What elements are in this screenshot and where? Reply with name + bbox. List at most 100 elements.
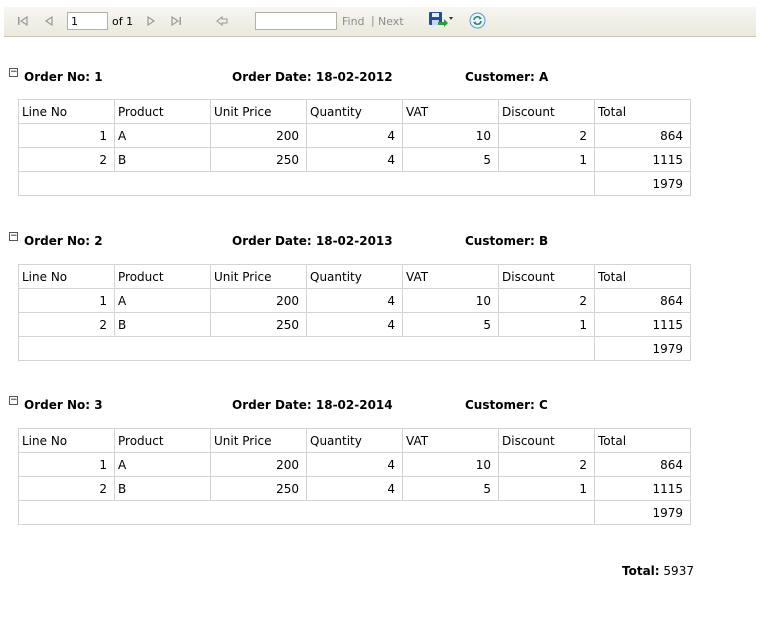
order-header: − Order No: 1 Order Date: 18-02-2012 Custom…	[9, 68, 689, 86]
page-number-input[interactable]	[67, 12, 108, 30]
table-cell: 864	[594, 288, 691, 313]
first-page-icon[interactable]	[16, 14, 30, 28]
find-next-link[interactable]: Next	[378, 15, 404, 28]
column-header: VAT	[402, 428, 499, 453]
customer-label: Customer:	[465, 70, 535, 84]
table-cell: 1115	[594, 312, 691, 337]
grand-total-label: Total:	[622, 564, 660, 578]
table-cell: 10	[402, 288, 499, 313]
table-cell: A	[114, 288, 211, 313]
order-lines-table: Line No Product Unit Price Quantity VAT Disco…	[18, 428, 691, 525]
order-header: − Order No: 2 Order Date: 18-02-2013 Custom…	[9, 232, 689, 250]
order-number-value: 3	[94, 398, 103, 412]
column-header: Total	[594, 428, 691, 453]
find-text-input[interactable]	[255, 12, 337, 30]
customer-value: A	[539, 70, 549, 84]
page-count-label: of 1	[112, 15, 134, 28]
table-cell: 5	[402, 147, 499, 172]
previous-page-icon[interactable]	[42, 14, 56, 28]
column-header: Quantity	[306, 99, 403, 124]
table-header-row: Line No Product Unit Price Quantity VAT Disco…	[18, 428, 691, 453]
back-to-parent-icon[interactable]	[215, 14, 229, 28]
table-cell: B	[114, 312, 211, 337]
order-date-value: 18-02-2012	[315, 70, 393, 84]
table-cell: 2	[498, 288, 595, 313]
table-cell: 1	[18, 452, 115, 477]
order-header: − Order No: 3 Order Date: 18-02-2014 Custom…	[9, 396, 689, 414]
grand-total-value: 5937	[663, 564, 694, 578]
table-cell: 5	[402, 312, 499, 337]
table-cell: 1	[498, 312, 595, 337]
column-header: Product	[114, 99, 211, 124]
subtotal-value: 1979	[594, 336, 691, 361]
table-cell: 2	[498, 452, 595, 477]
table-header-row: Line No Product Unit Price Quantity VAT Disco…	[18, 264, 691, 289]
order-number: Order No: 1	[24, 70, 103, 84]
order-date: Order Date: 18-02-2014	[232, 398, 393, 412]
column-header: Total	[594, 99, 691, 124]
table-cell: A	[114, 452, 211, 477]
column-header: VAT	[402, 264, 499, 289]
collapse-toggle-icon[interactable]: −	[9, 232, 18, 241]
table-row: 1 A 200 4 10 2 864	[18, 452, 691, 477]
order-date-value: 18-02-2013	[315, 234, 393, 248]
subtotal-spacer	[18, 336, 595, 361]
table-cell: A	[114, 123, 211, 148]
table-cell: 250	[210, 476, 307, 501]
column-header: Quantity	[306, 264, 403, 289]
table-cell: 864	[594, 123, 691, 148]
column-header: Unit Price	[210, 428, 307, 453]
table-cell: 1115	[594, 476, 691, 501]
table-cell: 4	[306, 476, 403, 501]
table-row: 2 B 250 4 5 1 1115	[18, 312, 691, 337]
table-row: 1 A 200 4 10 2 864	[18, 288, 691, 313]
table-row: 1 A 200 4 10 2 864	[18, 123, 691, 148]
find-link[interactable]: Find	[342, 15, 365, 28]
column-header: VAT	[402, 99, 499, 124]
subtotal-spacer	[18, 171, 595, 196]
export-save-icon[interactable]	[428, 11, 453, 27]
column-header: Discount	[498, 264, 595, 289]
grand-total: Total: 5937	[622, 564, 694, 578]
customer-value: C	[539, 398, 548, 412]
table-cell: 1	[18, 123, 115, 148]
order-number-label: Order No:	[24, 234, 91, 248]
subtotal-spacer	[18, 500, 595, 525]
column-header: Line No	[18, 428, 115, 453]
order-lines-table: Line No Product Unit Price Quantity VAT Disco…	[18, 99, 691, 196]
next-page-icon[interactable]	[144, 14, 158, 28]
customer: Customer: A	[465, 70, 548, 84]
column-header: Discount	[498, 99, 595, 124]
column-header: Unit Price	[210, 99, 307, 124]
table-row: 2 B 250 4 5 1 1115	[18, 147, 691, 172]
table-cell: 2	[18, 312, 115, 337]
column-header: Unit Price	[210, 264, 307, 289]
column-header: Line No	[18, 264, 115, 289]
column-header: Total	[594, 264, 691, 289]
table-row: 2 B 250 4 5 1 1115	[18, 476, 691, 501]
table-cell: 4	[306, 123, 403, 148]
table-cell: 1115	[594, 147, 691, 172]
table-cell: 200	[210, 288, 307, 313]
order-number-value: 1	[94, 70, 103, 84]
collapse-toggle-icon[interactable]: −	[9, 396, 18, 405]
subtotal-value: 1979	[594, 171, 691, 196]
last-page-icon[interactable]	[169, 14, 183, 28]
order-date-label: Order Date:	[232, 398, 312, 412]
table-cell: 4	[306, 312, 403, 337]
table-cell: B	[114, 476, 211, 501]
order-date-value: 18-02-2014	[315, 398, 393, 412]
table-header-row: Line No Product Unit Price Quantity VAT Disco…	[18, 99, 691, 124]
table-cell: 200	[210, 123, 307, 148]
table-cell: 4	[306, 288, 403, 313]
collapse-toggle-icon[interactable]: −	[9, 68, 18, 77]
table-cell: 10	[402, 452, 499, 477]
column-header: Quantity	[306, 428, 403, 453]
refresh-icon[interactable]	[469, 12, 486, 29]
column-header: Product	[114, 428, 211, 453]
column-header: Discount	[498, 428, 595, 453]
customer: Customer: B	[465, 234, 548, 248]
order-number-label: Order No:	[24, 70, 91, 84]
table-cell: 2	[498, 123, 595, 148]
table-cell: 250	[210, 312, 307, 337]
